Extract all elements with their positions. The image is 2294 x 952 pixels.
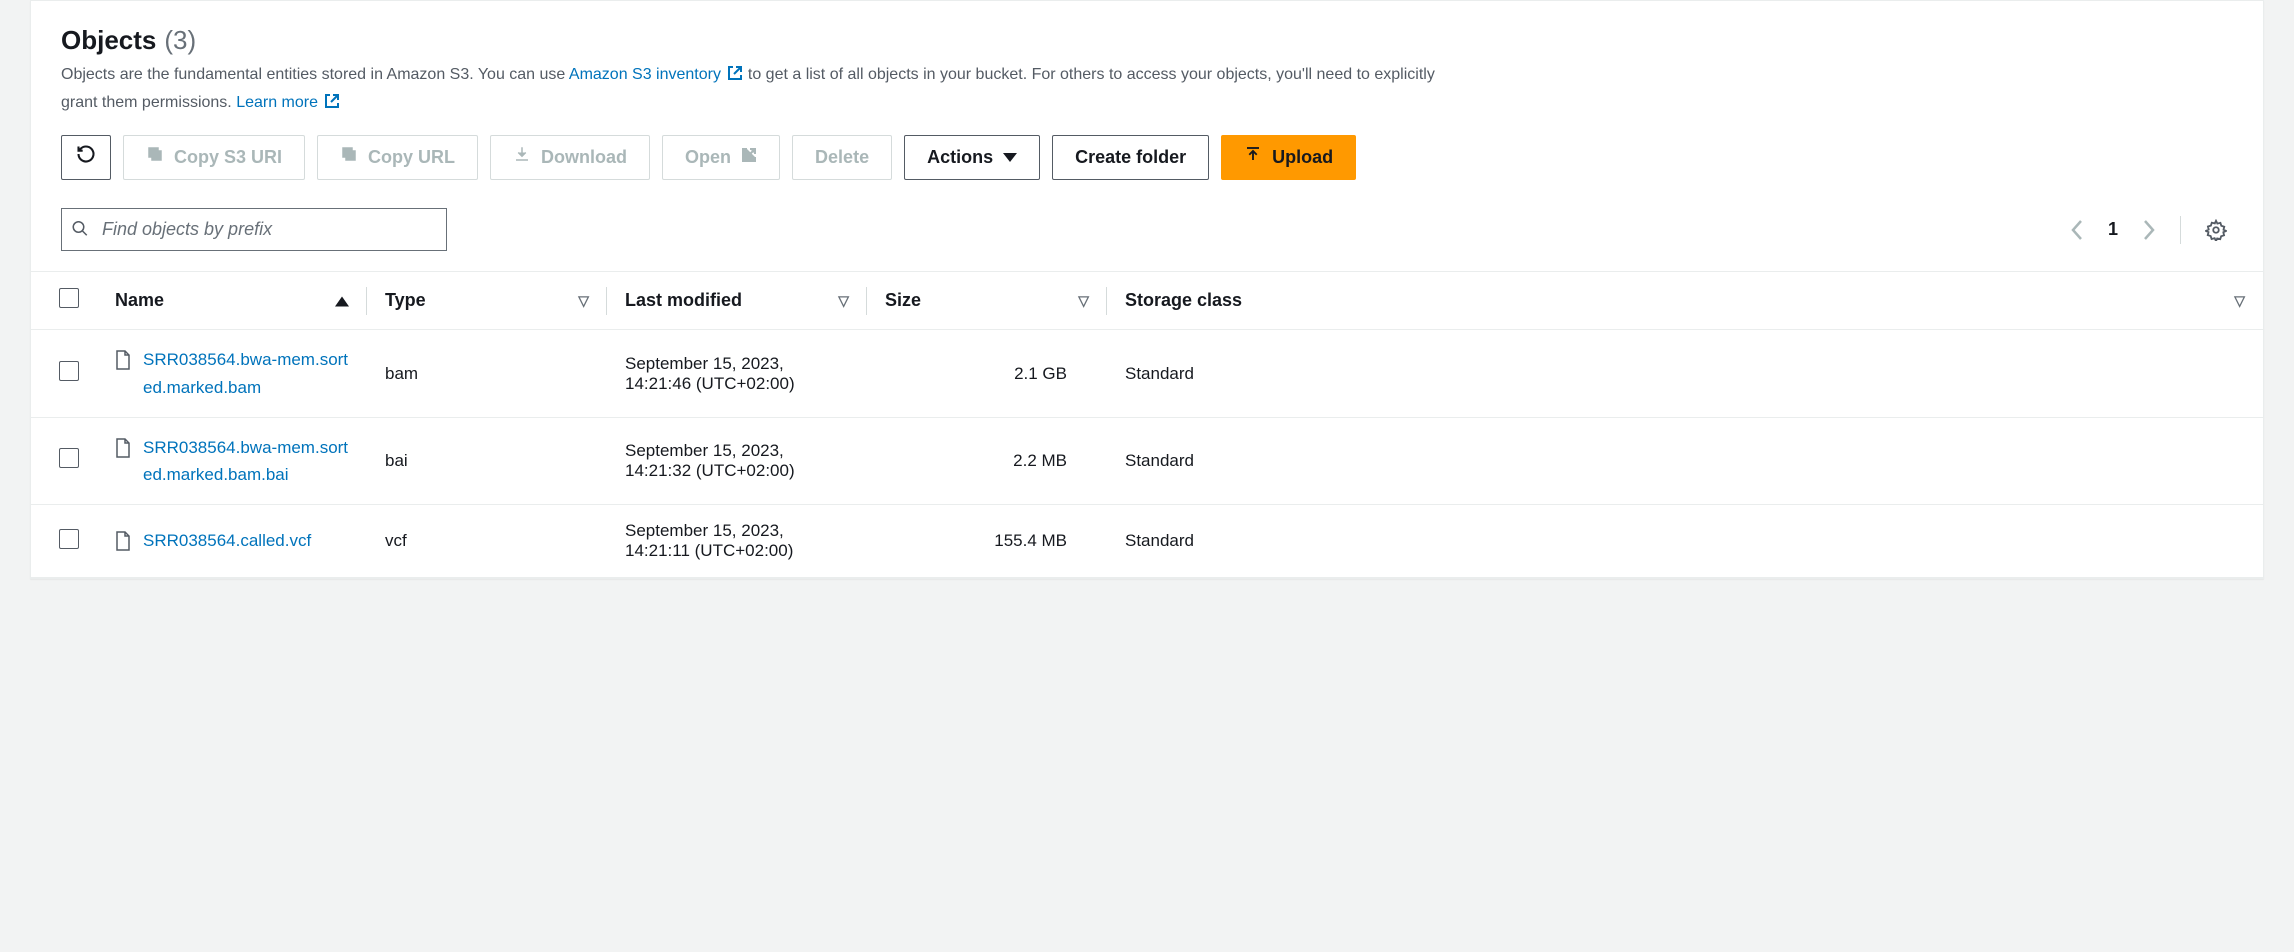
cell-type: bam [367,330,607,417]
page-description: Objects are the fundamental entities sto… [61,62,1441,117]
object-name-link[interactable]: SRR038564.bwa-mem.sorted.marked.bam [143,346,349,400]
refresh-button[interactable] [61,135,111,180]
cell-size: 2.2 MB [867,417,1107,504]
actions-button[interactable]: Actions [904,135,1040,180]
table-row: SRR038564.bwa-mem.sorted.marked.bam bam … [31,330,2263,417]
external-link-icon [727,64,743,90]
upload-icon [1244,145,1262,170]
cell-type: bai [367,417,607,504]
col-header-type[interactable]: Type ▽ [367,272,607,330]
cell-type: vcf [367,505,607,578]
file-icon [115,350,131,375]
col-header-name[interactable]: Name [97,272,367,330]
col-modified-label: Last modified [625,290,742,310]
object-name-link[interactable]: SRR038564.bwa-mem.sorted.marked.bam.bai [143,434,349,488]
objects-panel: Objects (3) Objects are the fundamental … [30,0,2264,579]
pagination: 1 [2064,213,2233,247]
sort-icon: ▽ [2234,292,2245,309]
actions-label: Actions [927,145,993,170]
cell-storage-class: Standard [1107,505,2263,578]
file-icon [115,438,131,463]
table-row: SRR038564.bwa-mem.sorted.marked.bam.bai … [31,417,2263,504]
divider [2180,216,2181,244]
cell-storage-class: Standard [1107,417,2263,504]
copy-icon [146,145,164,170]
external-link-icon [741,145,757,170]
next-page-button[interactable] [2136,213,2162,247]
page-title: Objects [61,25,156,56]
sort-asc-icon [335,290,349,311]
upload-button[interactable]: Upload [1221,135,1356,180]
chevron-right-icon [2142,219,2156,241]
learn-more-link[interactable]: Learn more [236,94,340,111]
object-count: (3) [164,25,196,56]
search-input[interactable] [61,208,447,251]
inventory-link[interactable]: Amazon S3 inventory [569,66,748,83]
copy-icon [340,145,358,170]
external-link-icon [324,92,340,118]
col-type-label: Type [385,290,426,310]
file-icon [115,531,131,556]
chevron-left-icon [2070,219,2084,241]
row-checkbox[interactable] [59,448,79,468]
open-button[interactable]: Open [662,135,780,180]
objects-table: Name Type ▽ Last modified ▽ Size ▽ Stora… [31,271,2263,578]
sort-icon: ▽ [578,292,589,309]
upload-label: Upload [1272,145,1333,170]
cell-size: 2.1 GB [867,330,1107,417]
col-size-label: Size [885,290,921,310]
col-name-label: Name [115,290,164,310]
learn-more-label: Learn more [236,94,318,111]
col-header-storage-class[interactable]: Storage class ▽ [1107,272,2263,330]
gear-icon [2205,219,2227,241]
search-icon [71,219,89,240]
search-box [61,208,447,251]
sort-icon: ▽ [838,292,849,309]
copy-url-button[interactable]: Copy URL [317,135,478,180]
cell-last-modified: September 15, 2023, 14:21:11 (UTC+02:00) [607,505,867,578]
col-storage-label: Storage class [1125,290,1242,310]
select-all-checkbox[interactable] [59,288,79,308]
object-name-link[interactable]: SRR038564.called.vcf [143,527,311,554]
page-number: 1 [2108,219,2118,240]
cell-last-modified: September 15, 2023, 14:21:32 (UTC+02:00) [607,417,867,504]
chevron-down-icon [1003,153,1017,162]
refresh-icon [76,144,96,171]
cell-size: 155.4 MB [867,505,1107,578]
col-header-last-modified[interactable]: Last modified ▽ [607,272,867,330]
cell-last-modified: September 15, 2023, 14:21:46 (UTC+02:00) [607,330,867,417]
copy-s3-uri-button[interactable]: Copy S3 URI [123,135,305,180]
toolbar: Copy S3 URI Copy URL Download Open [61,135,2233,180]
download-icon [513,145,531,170]
inventory-link-label: Amazon S3 inventory [569,66,721,83]
delete-label: Delete [815,145,869,170]
download-label: Download [541,145,627,170]
delete-button[interactable]: Delete [792,135,892,180]
desc-text-1: Objects are the fundamental entities sto… [61,66,569,83]
create-folder-button[interactable]: Create folder [1052,135,1209,180]
sort-icon: ▽ [1078,292,1089,309]
copy-url-label: Copy URL [368,145,455,170]
table-row: SRR038564.called.vcf vcf September 15, 2… [31,505,2263,578]
row-checkbox[interactable] [59,529,79,549]
prev-page-button[interactable] [2064,213,2090,247]
open-label: Open [685,145,731,170]
copy-s3-uri-label: Copy S3 URI [174,145,282,170]
download-button[interactable]: Download [490,135,650,180]
settings-button[interactable] [2199,213,2233,247]
create-folder-label: Create folder [1075,145,1186,170]
row-checkbox[interactable] [59,361,79,381]
cell-storage-class: Standard [1107,330,2263,417]
col-header-size[interactable]: Size ▽ [867,272,1107,330]
